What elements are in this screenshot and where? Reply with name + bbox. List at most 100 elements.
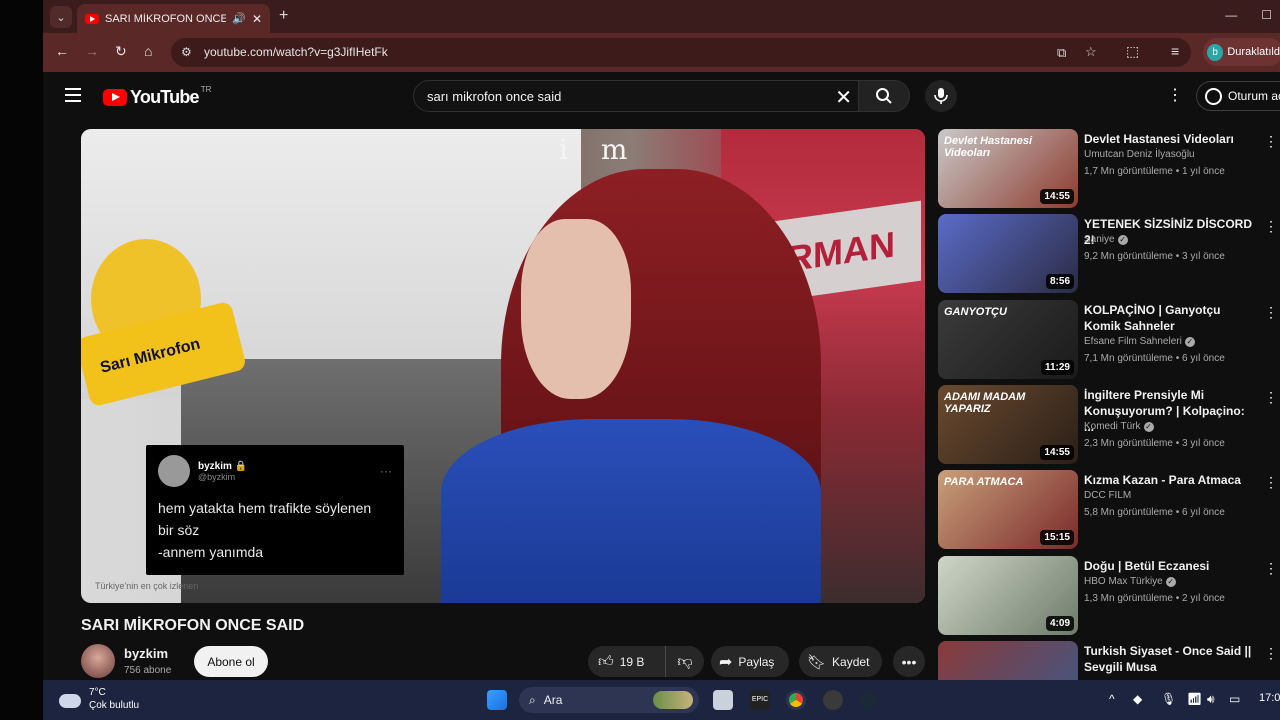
recommendation-item[interactable]: 4:09 Doğu | Betül Eczanesi HBO Max Türkiye…	[938, 556, 1280, 636]
steam-icon[interactable]	[858, 690, 878, 710]
tab-search-button[interactable]: ⌄	[50, 6, 72, 28]
search-query: sarı mikrofon once said	[427, 89, 562, 104]
video-duration: 14:55	[1040, 189, 1074, 204]
windows-start-icon[interactable]	[487, 690, 507, 710]
battery-icon[interactable]: ▭	[1229, 692, 1240, 706]
recommendation-channel: Umutcan Deniz İlyasoğlu	[1084, 149, 1195, 160]
recommendation-menu-icon[interactable]: ⋮	[1264, 389, 1278, 406]
video-thumbnail[interactable]: 4:09	[938, 556, 1078, 635]
speaker-icon[interactable]: 🔊	[232, 12, 246, 25]
recommendation-menu-icon[interactable]: ⋮	[1264, 645, 1278, 662]
recommendation-title[interactable]: Devlet Hastanesi Videoları	[1084, 131, 1254, 147]
voice-search-button[interactable]	[925, 80, 957, 112]
recommendation-item[interactable]: 8:56 YETENEK SİZSİNİZ DİSCORD 2! Saniye ✓ 9,…	[938, 214, 1280, 294]
share-button[interactable]: ➦ Paylaş	[711, 646, 789, 677]
window-controls: — ☐	[1225, 8, 1272, 22]
tweet-header: byzkim 🔒 @byzkim ···	[158, 455, 392, 487]
verified-icon: ✓	[1143, 422, 1154, 432]
settings-more-icon[interactable]: ⋮	[1167, 85, 1183, 105]
minimize-button[interactable]: —	[1225, 8, 1237, 22]
bookmark-star-icon[interactable]: ☆	[1085, 44, 1097, 60]
video-duration: 15:15	[1040, 530, 1074, 545]
active-tab[interactable]: SARI MİKROFON ONCE SAİD 🔊 ✕	[77, 4, 270, 33]
weather-widget[interactable]: 7°C Çok bulutlu	[59, 686, 139, 712]
browser-toolbar: ← → ↻ ⌂ ⚙ youtube.com/watch?v=g3JifIHetF…	[43, 33, 1280, 72]
security-icon[interactable]: ◆	[1133, 692, 1142, 706]
more-actions-button[interactable]: •••	[893, 646, 925, 677]
reload-icon[interactable]: ↻	[115, 43, 127, 60]
tray-overflow-icon[interactable]: ^	[1109, 692, 1115, 706]
profile-button[interactable]: b Duraklatıldı	[1203, 38, 1280, 66]
recommendation-channel: Saniye ✓	[1084, 234, 1128, 245]
maximize-button[interactable]: ☐	[1261, 8, 1272, 22]
recommendation-channel: Komedi Türk ✓	[1084, 421, 1154, 432]
recommendation-item[interactable]: Turkish Siyaset - Once Said || Sevgili M…	[938, 641, 1280, 680]
clock[interactable]: 17:03	[1259, 692, 1280, 704]
back-arrow-icon[interactable]: ←	[55, 43, 69, 59]
lock-icon: 🔒	[234, 460, 248, 472]
recommendation-menu-icon[interactable]: ⋮	[1264, 560, 1278, 577]
recommendation-menu-icon[interactable]: ⋮	[1264, 304, 1278, 321]
video-thumbnail[interactable]: 8:56	[938, 214, 1078, 293]
verified-icon: ✓	[1117, 235, 1128, 245]
sign-in-button[interactable]: Oturum aç	[1196, 81, 1280, 111]
forward-arrow-icon[interactable]: →	[85, 43, 99, 59]
like-button[interactable]: 👍︎ 19 B	[588, 646, 666, 677]
extensions-icon[interactable]: ⬚	[1126, 43, 1139, 60]
recommendation-title[interactable]: Kızma Kazan - Para Atmaca	[1084, 472, 1254, 488]
recommendation-title[interactable]: Turkish Siyaset - Once Said || Sevgili M…	[1084, 643, 1254, 675]
microphone-tray-icon[interactable]: 🎙︎	[1161, 692, 1176, 706]
video-duration: 11:29	[1040, 360, 1074, 375]
dislike-button[interactable]: 👎︎	[666, 653, 704, 671]
address-bar[interactable]: ⚙ youtube.com/watch?v=g3JifIHetFk ⧉ ☆	[171, 38, 1191, 67]
recommendation-item[interactable]: PARA ATMACA 15:15 Kızma Kazan - Para Atmac…	[938, 470, 1280, 550]
recommendation-title[interactable]: Doğu | Betül Eczanesi	[1084, 558, 1254, 574]
like-count: 19 B	[619, 654, 645, 669]
video-thumbnail[interactable]: Devlet Hastanesi Videoları 14:55	[938, 129, 1078, 208]
recommendation-meta: 1,3 Mn görüntüleme • 2 yıl önce	[1084, 593, 1225, 604]
recommendation-item[interactable]: ADAMI MADAM YAPARIZ 14:55 İngiltere Prensi…	[938, 385, 1280, 465]
browser-tab-strip: ⌄ SARI MİKROFON ONCE SAİD 🔊 ✕ + — ☐	[43, 0, 1280, 33]
recommendation-menu-icon[interactable]: ⋮	[1264, 218, 1278, 235]
install-app-icon[interactable]: ⧉	[1057, 45, 1066, 61]
epic-games-icon[interactable]: EPIC	[750, 690, 770, 710]
recommendation-menu-icon[interactable]: ⋮	[1264, 133, 1278, 150]
search-input[interactable]: sarı mikrofon once said ✕	[413, 80, 858, 112]
sign-in-label: Oturum aç	[1228, 89, 1280, 103]
video-player[interactable]: VERMAN Sarı Mikrofon i m byzkim 🔒 @byzki…	[81, 129, 925, 603]
tweet-name: byzkim 🔒	[198, 460, 248, 472]
home-icon[interactable]: ⌂	[144, 43, 152, 59]
thumbs-down-icon: 👎︎	[677, 652, 693, 670]
chrome-icon[interactable]	[786, 690, 806, 710]
video-thumbnail[interactable]: ADAMI MADAM YAPARIZ 14:55	[938, 385, 1078, 464]
site-info-icon[interactable]: ⚙	[181, 45, 192, 59]
save-button[interactable]: 🔖︎ Kaydet	[799, 646, 882, 677]
app-icon[interactable]	[823, 690, 843, 710]
hamburger-menu-icon[interactable]	[65, 88, 81, 102]
file-explorer-icon[interactable]	[713, 690, 733, 710]
channel-avatar[interactable]	[81, 644, 115, 678]
video-thumbnail[interactable]: PARA ATMACA 15:15	[938, 470, 1078, 549]
recommendation-title[interactable]: KOLPAÇİNO | Ganyotçu Komik Sahneler	[1084, 302, 1254, 334]
volume-icon[interactable]: 🔊︎	[1207, 692, 1215, 707]
new-tab-button[interactable]: +	[279, 7, 288, 25]
youtube-logo[interactable]: YouTube TR	[103, 85, 212, 108]
recommendation-menu-icon[interactable]: ⋮	[1264, 474, 1278, 491]
wifi-icon[interactable]: 📶︎	[1187, 692, 1202, 706]
recommendation-meta: 7,1 Mn görüntüleme • 6 yıl önce	[1084, 353, 1225, 364]
video-thumbnail[interactable]: GANYOTÇU 11:29	[938, 300, 1078, 379]
country-code: TR	[200, 85, 212, 94]
search-button[interactable]	[858, 80, 910, 112]
recommendation-item[interactable]: Devlet Hastanesi Videoları 14:55 Devlet Ha…	[938, 129, 1280, 209]
media-controls-icon[interactable]: ≡	[1171, 43, 1179, 59]
subscribe-button[interactable]: Abone ol	[194, 646, 268, 677]
close-tab-icon[interactable]: ✕	[252, 12, 262, 26]
channel-name[interactable]: byzkim	[124, 646, 168, 661]
verified-icon: ✓	[1184, 337, 1195, 347]
video-thumbnail[interactable]	[938, 641, 1078, 680]
taskbar-search[interactable]: ⌕ Ara	[519, 687, 699, 713]
thumbnail-text: Devlet Hastanesi Videoları	[944, 135, 1033, 159]
recommendation-item[interactable]: GANYOTÇU 11:29 KOLPAÇİNO | Ganyotçu Komik …	[938, 300, 1280, 380]
clear-search-icon[interactable]: ✕	[835, 85, 852, 110]
tweet-handle: @byzkim	[198, 471, 236, 482]
